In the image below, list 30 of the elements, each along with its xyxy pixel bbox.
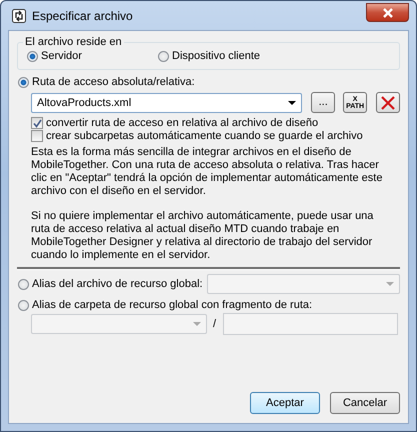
refresh-icon [12, 8, 26, 22]
radio-label: Alias de carpeta de recurso global con fragmento de ruta: [32, 299, 312, 311]
dropdown-field[interactable] [31, 314, 207, 334]
dropdown-field[interactable] [207, 274, 400, 294]
dialog-button[interactable]: Aceptar [250, 392, 320, 414]
checkbox-label: crear subcarpetas automáticamente cuando se guarde el archivo [46, 130, 363, 142]
radio-label: Servidor [41, 50, 82, 62]
close-button[interactable] [366, 3, 409, 22]
dialog-button[interactable]: Cancelar [330, 392, 400, 414]
radio-label: Dispositivo cliente [172, 50, 260, 62]
radio-label: Ruta de acceso absoluta/relativa: [32, 76, 195, 88]
window-title: Especificar archivo [32, 8, 133, 22]
browse-button[interactable]: ... [311, 92, 336, 113]
dropdown-field[interactable]: AltovaProducts.xml [31, 92, 302, 112]
delete-button[interactable] [376, 92, 400, 113]
description-text: Esta es la forma más sencilla de integrar archivos en el diseño de MobileTogether. Con una ruta de acceso absoluta o relativa. Tras hacer clic en "Aceptar" tendrá la opción de implementar automáticamente este archivo con el diseño en el servidor. [31, 146, 384, 198]
checkbox[interactable] [31, 130, 43, 142]
radio-button[interactable] [18, 278, 29, 290]
checkbox[interactable] [31, 117, 43, 129]
radio-button[interactable] [27, 50, 38, 62]
checkbox-label: convertir ruta de acceso en relativa al archivo de diseño [46, 117, 318, 129]
path-separator: / [213, 318, 216, 330]
group-label: El archivo reside en [24, 36, 123, 48]
radio-label: Alias del archivo de recurso global: [32, 278, 203, 290]
path-fragment-field[interactable] [223, 313, 398, 335]
radio-button[interactable] [158, 50, 169, 62]
description-text: Si no quiere implementar el archivo automáticamente, puede usar una ruta de acceso relativa al actual diseño MTD cuando trabaje en MobileTogether Designer y relativa al directorio de trabajo del servidor cuando lo implemente en el servidor. [31, 210, 374, 262]
radio-button[interactable] [18, 76, 29, 88]
close-icon [382, 8, 394, 18]
radio-button[interactable] [18, 300, 29, 310]
